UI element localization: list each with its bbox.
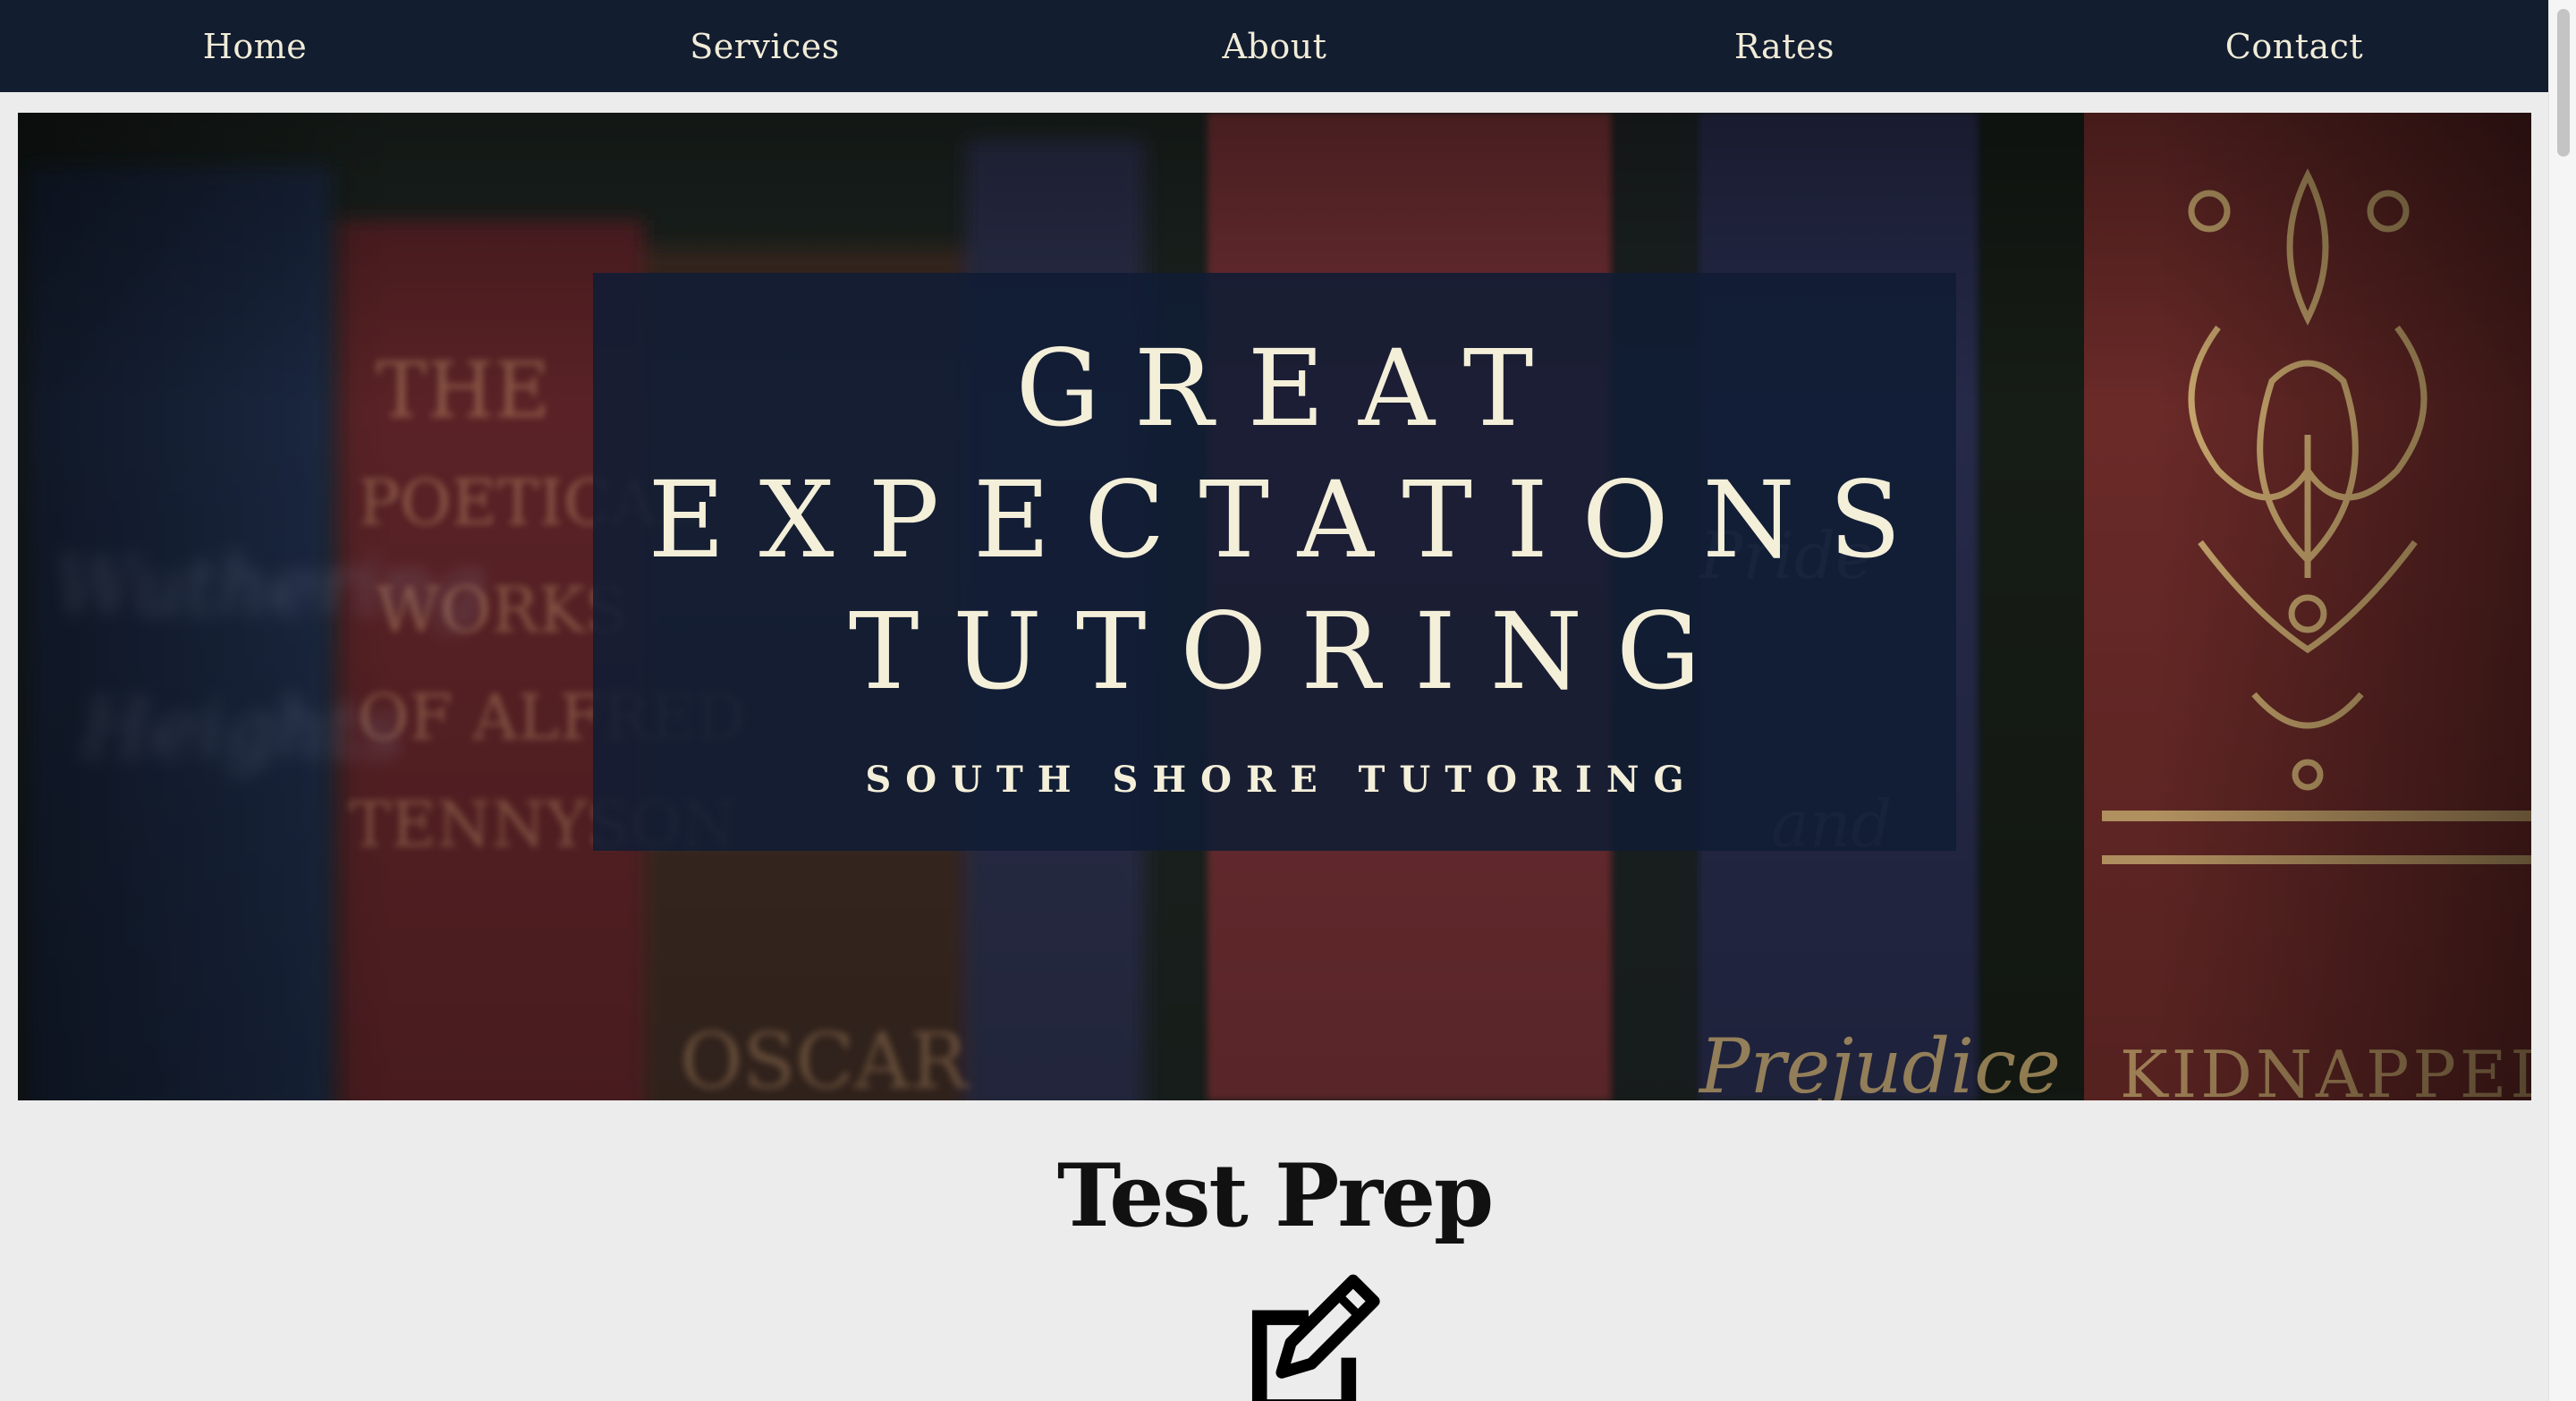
hero-title-line-1: GREAT <box>1015 327 1568 450</box>
hero-title-line-3: TUTORING <box>848 590 1735 713</box>
hero-title-box: GREAT EXPECTATIONS TUTORING SOUTH SHORE … <box>593 273 1956 851</box>
top-navigation: Home Services About Rates Contact <box>0 0 2549 92</box>
edit-icon <box>1251 1274 1380 1401</box>
hero-title-line-2: EXPECTATIONS <box>648 458 1936 582</box>
nav-rates-link[interactable]: Rates <box>1530 27 2039 66</box>
nav-home-link[interactable]: Home <box>0 27 510 66</box>
section-title: Test Prep <box>1056 1145 1494 1246</box>
page: Home Services About Rates Contact GREAT … <box>0 0 2576 1401</box>
hero-banner: KIDNAPPED Prejudice Pride and THE POETIC… <box>18 113 2531 1100</box>
nav-about-link[interactable]: About <box>1020 27 1530 66</box>
hero-tagline: SOUTH SHORE TUTORING <box>865 759 1699 801</box>
nav-services-link[interactable]: Services <box>510 27 1020 66</box>
scrollbar-thumb[interactable] <box>2557 9 2570 157</box>
vertical-scrollbar[interactable] <box>2548 0 2576 1401</box>
nav-contact-link[interactable]: Contact <box>2039 27 2549 66</box>
